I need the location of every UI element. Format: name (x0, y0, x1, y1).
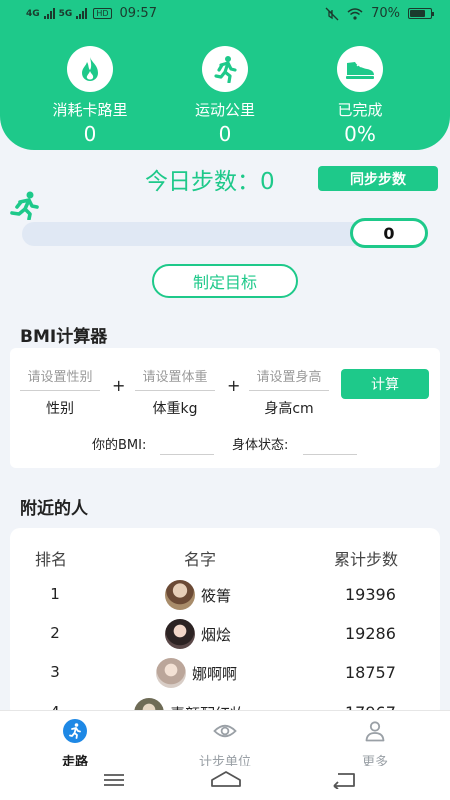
row-rank: 1 (50, 585, 60, 603)
home-icon[interactable] (210, 770, 242, 788)
runner-progress-icon (10, 191, 39, 220)
row-steps: 18757 (345, 663, 396, 682)
stat-value: 0 (218, 122, 232, 146)
avatar (165, 580, 195, 610)
battery-percent: 70% (371, 6, 400, 21)
row-name: 娜啊啊 (192, 665, 238, 683)
avatar (156, 658, 186, 688)
shoe-icon (337, 46, 383, 92)
stat-calories: 消耗卡路里 0 (20, 46, 160, 146)
nav-walk[interactable]: 走路 (25, 719, 125, 770)
bottom-nav: 走路 计步单位 更多 (0, 710, 450, 770)
row-name: 烟烩 (201, 626, 232, 644)
nearby-section-title: 附近的人 (20, 499, 88, 519)
flame-icon (67, 46, 113, 92)
menu-icon[interactable] (103, 772, 125, 788)
bmi-section-title: BMI计算器 (20, 327, 108, 347)
hd-badge: HD (93, 8, 112, 19)
bmi-result-label: 你的BMI: (92, 438, 147, 453)
row-rank: 2 (50, 624, 60, 642)
set-goal-button[interactable]: 制定目标 (152, 264, 298, 298)
header-steps: 累计步数 (334, 550, 399, 569)
signal-icon (43, 8, 55, 19)
person-icon (365, 721, 385, 742)
battery-icon (408, 8, 434, 19)
signal-label-2: 5G (58, 8, 73, 19)
steps-progress-value: 0 (350, 218, 428, 248)
status-bar: 4G 5G HD 09:57 70% (0, 0, 450, 30)
stat-label: 消耗卡路里 (52, 101, 128, 119)
table-row[interactable]: 3 娜啊啊 18757 (10, 654, 440, 694)
avatar (165, 619, 195, 649)
clock: 09:57 (119, 6, 157, 21)
wifi-icon (347, 7, 363, 20)
stat-label: 已完成 (337, 101, 383, 119)
row-rank: 3 (50, 663, 60, 681)
weight-field[interactable]: 请设置体重 体重kg (135, 366, 215, 418)
bmi-card: 请设置性别 性别 + 请设置体重 体重kg + 请设置身高 身高cm 计算 你的… (10, 348, 440, 468)
signal-label-1: 4G (26, 8, 40, 19)
stat-distance: 运动公里 0 (155, 46, 295, 146)
signal-icon-2 (76, 8, 88, 19)
stat-completed: 已完成 0% (290, 46, 430, 146)
header-name: 名字 (184, 550, 217, 569)
calculate-button[interactable]: 计算 (341, 369, 429, 399)
eye-icon (213, 724, 237, 738)
stat-label: 运动公里 (194, 101, 255, 119)
plus-sign: + (112, 376, 126, 395)
nav-step-unit[interactable]: 计步单位 (175, 719, 275, 770)
weight-label: 体重kg (152, 401, 198, 417)
sync-steps-button[interactable]: 同步步数 (318, 166, 438, 191)
table-row[interactable]: 1 筱箐 19396 (10, 576, 440, 616)
bmi-result-value (160, 454, 214, 455)
weight-placeholder[interactable]: 请设置体重 (135, 366, 215, 391)
height-label: 身高cm (264, 401, 314, 417)
row-name: 筱箐 (201, 587, 232, 605)
today-steps-label: 今日步数： (145, 169, 260, 195)
row-steps: 19396 (345, 585, 396, 604)
body-status-label: 身体状态: (232, 438, 289, 453)
walk-icon (63, 719, 87, 743)
table-row[interactable]: 2 烟烩 19286 (10, 615, 440, 655)
system-nav-bar (0, 766, 450, 800)
header-rank: 排名 (35, 550, 68, 569)
stat-value: 0% (344, 122, 376, 146)
nearby-table: 排名 名字 累计步数 1 筱箐 19396 2 烟烩 19286 3 娜啊啊 1… (10, 528, 440, 718)
gender-label: 性别 (46, 401, 74, 417)
height-field[interactable]: 请设置身高 身高cm (249, 366, 329, 418)
gender-field[interactable]: 请设置性别 性别 (20, 366, 100, 418)
plus-sign: + (227, 376, 241, 395)
mute-icon (325, 7, 339, 20)
today-steps: 今日步数：0 (145, 162, 275, 196)
row-steps: 19286 (345, 624, 396, 643)
nav-more[interactable]: 更多 (325, 719, 425, 770)
back-icon[interactable] (332, 771, 356, 789)
body-status-value (303, 454, 357, 455)
height-placeholder[interactable]: 请设置身高 (249, 366, 329, 391)
stat-value: 0 (83, 122, 97, 146)
gender-placeholder[interactable]: 请设置性别 (20, 366, 100, 391)
runner-icon (202, 46, 248, 92)
today-steps-count: 0 (260, 169, 275, 195)
